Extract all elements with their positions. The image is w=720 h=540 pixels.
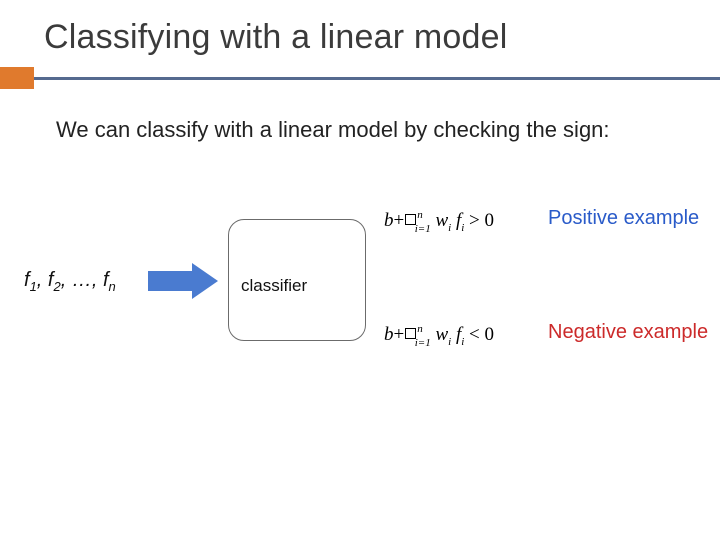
accent-box xyxy=(0,67,34,89)
divider-line xyxy=(34,77,720,80)
classifier-label: classifier xyxy=(241,276,307,295)
diagram: f1, f2, …, fn classifier b+ni=1 wi fi > … xyxy=(0,191,720,401)
formula-positive: b+ni=1 wi fi > 0 xyxy=(384,209,494,235)
classifier-box: classifier xyxy=(228,219,366,341)
body-text: We can classify with a linear model by c… xyxy=(0,89,720,145)
arrow-icon xyxy=(148,263,218,299)
negative-label: Negative example xyxy=(548,321,708,344)
formula-negative: b+ni=1 wi fi < 0 xyxy=(384,323,494,349)
title-rule xyxy=(0,67,720,89)
feature-vector: f1, f2, …, fn xyxy=(24,269,116,294)
positive-label: Positive example xyxy=(548,207,699,230)
slide-title: Classifying with a linear model xyxy=(44,18,720,57)
